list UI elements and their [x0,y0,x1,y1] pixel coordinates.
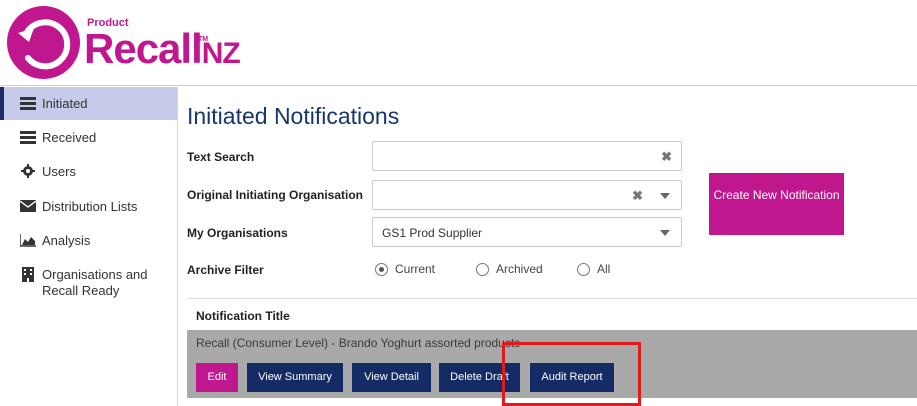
create-notification-button[interactable]: Create New Notification [709,173,844,235]
clear-icon[interactable]: ✖ [632,188,643,204]
gear-icon [20,164,36,178]
original-org-label: Original Initiating Organisation [187,188,364,202]
notification-title[interactable]: Recall (Consumer Level) - Brando Yoghurt… [196,336,520,350]
logo-trademark: TM [198,36,209,43]
sidebar-item-initiated[interactable]: Initiated [0,87,177,120]
envelope-icon [20,199,36,213]
sidebar-item-organisations[interactable]: Organisations and Recall Ready [0,266,177,299]
my-orgs-select[interactable]: GS1 Prod Supplier [372,217,682,247]
radio-icon[interactable] [476,262,489,276]
column-header-title[interactable]: Notification Title [196,309,290,323]
text-search-input[interactable]: ✖ [372,141,682,171]
clear-icon[interactable]: ✖ [661,149,672,165]
chevron-down-icon[interactable] [660,193,670,199]
my-orgs-value: GS1 Prod Supplier [382,226,483,240]
radio-label: Current [395,262,436,276]
sidebar-item-label: Initiated [42,96,88,111]
sidebar-item-label: Organisations and Recall Ready [42,267,148,298]
page-title: Initiated Notifications [187,103,400,129]
text-search-label: Text Search [187,150,255,164]
recall-logo-icon[interactable] [7,6,80,79]
archive-radio-current[interactable]: Current [375,262,435,276]
list-icon [20,130,36,144]
archive-radio-all[interactable]: All [577,262,610,276]
main-content: Initiated Notifications Text Search ✖ Or… [187,87,917,406]
view-detail-button[interactable]: View Detail [352,363,431,392]
logo-recall-text[interactable]: RecallNZ [84,25,241,73]
sidebar-item-label: Distribution Lists [42,199,138,214]
sidebar-item-label: Users [42,164,76,179]
table-header: Notification Title [187,298,917,330]
radio-label: Archived [496,262,543,276]
building-icon [20,266,36,282]
view-summary-button[interactable]: View Summary [247,363,343,392]
sidebar-item-received[interactable]: Received [0,130,177,146]
edit-button[interactable]: Edit [196,363,238,392]
radio-selected-icon[interactable] [375,262,388,276]
sidebar-item-analysis[interactable]: Analysis [0,233,177,249]
radio-label: All [597,262,611,276]
app-header: Product RecallNZ TM [0,0,917,86]
original-org-select[interactable]: ✖ [372,180,682,210]
chevron-down-icon[interactable] [660,230,670,236]
radio-icon[interactable] [577,262,590,276]
list-icon [20,96,36,110]
archive-filter-label: Archive Filter [187,263,264,277]
sidebar-item-distribution-lists[interactable]: Distribution Lists [0,199,177,215]
highlight-box [502,342,641,406]
archive-radio-archived[interactable]: Archived [476,262,543,276]
sidebar-item-label: Received [42,130,97,145]
sidebar-item-users[interactable]: Users [0,164,177,180]
area-chart-icon [20,233,36,247]
sidebar-item-label: Analysis [42,233,91,248]
sidebar: Initiated Received Users Distribution Li… [0,87,178,406]
my-orgs-label: My Organisations [187,226,288,240]
